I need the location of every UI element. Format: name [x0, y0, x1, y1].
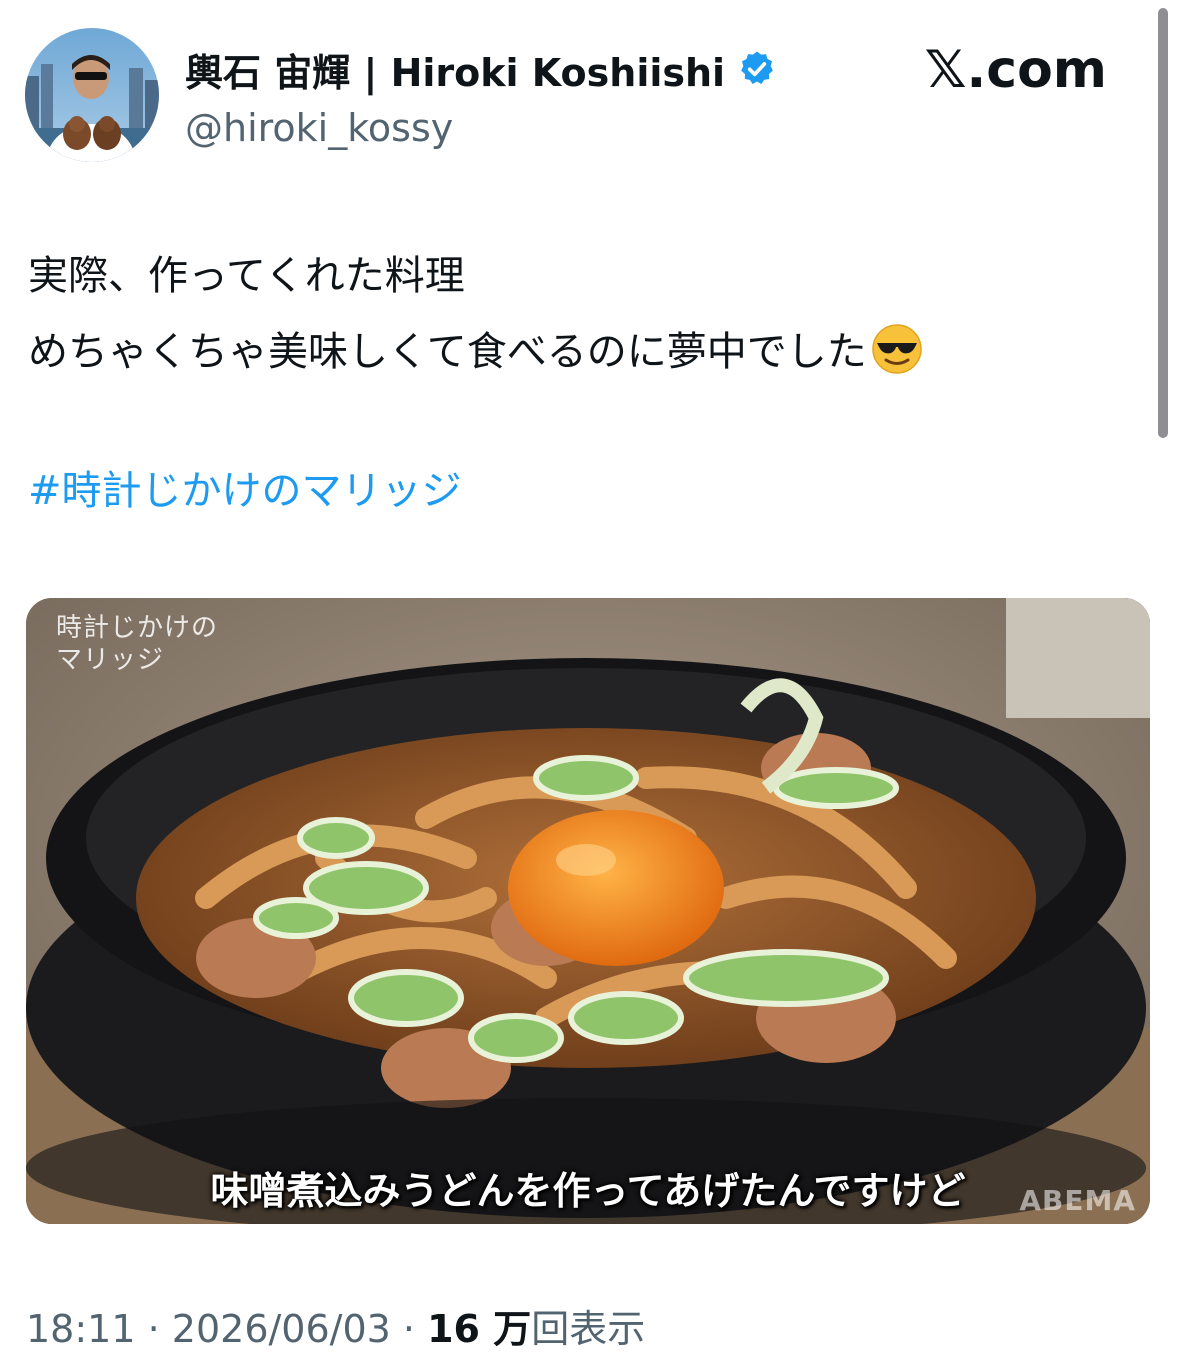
tweet-text: 実際、作ってくれた料理 めちゃくちゃ美味しくて食べるのに夢中でした — [28, 238, 1138, 390]
tweet-date[interactable]: 2026/06/03 — [172, 1307, 391, 1351]
verified-badge-icon — [737, 49, 777, 89]
tweet-header: 輿石 宙輝 | Hiroki Koshiishi @hiroki_kossy 𝕏… — [25, 28, 1145, 168]
user-handle[interactable]: @hiroki_kossy — [185, 106, 777, 150]
tweet-line: 実際、作ってくれた料理 — [28, 253, 465, 299]
broadcaster-watermark: ABEMA — [1019, 1184, 1136, 1217]
views-label: 回表示 — [531, 1307, 646, 1351]
views-count: 16 万 — [427, 1307, 532, 1351]
display-name[interactable]: 輿石 宙輝 | Hiroki Koshiishi — [185, 42, 725, 97]
hashtag-link[interactable]: #時計じかけのマリッジ — [28, 458, 462, 516]
meta-separator: · — [147, 1307, 160, 1351]
video-subtitle: 味噌煮込みうどんを作ってあげたんですけど — [210, 1169, 966, 1213]
scrollbar[interactable] — [1158, 8, 1168, 438]
tweet-line-with-emoji: めちゃくちゃ美味しくて食べるのに夢中でした — [28, 314, 1138, 390]
watermark-title: 時計じかけの マリッジ — [56, 612, 218, 676]
avatar[interactable] — [25, 28, 159, 162]
tweet-time[interactable]: 18:11 — [26, 1307, 136, 1351]
meta-separator: · — [402, 1307, 416, 1351]
tweet-line-text: めちゃくちゃ美味しくて食べるのに夢中でした — [28, 329, 867, 375]
sunglasses-emoji-icon — [871, 323, 923, 375]
tweet-media-image[interactable]: 時計じかけの マリッジ 味噌煮込みうどんを作ってあげたんですけど ABEMA — [26, 598, 1150, 1224]
watermark-title-line2: マリッジ — [56, 645, 165, 675]
watermark-title-line1: 時計じかけの — [56, 613, 219, 643]
x-logo: 𝕏.com — [924, 40, 1107, 100]
tweet-meta: 18:11 · 2026/06/03 · 16 万回表示 — [26, 1298, 645, 1353]
